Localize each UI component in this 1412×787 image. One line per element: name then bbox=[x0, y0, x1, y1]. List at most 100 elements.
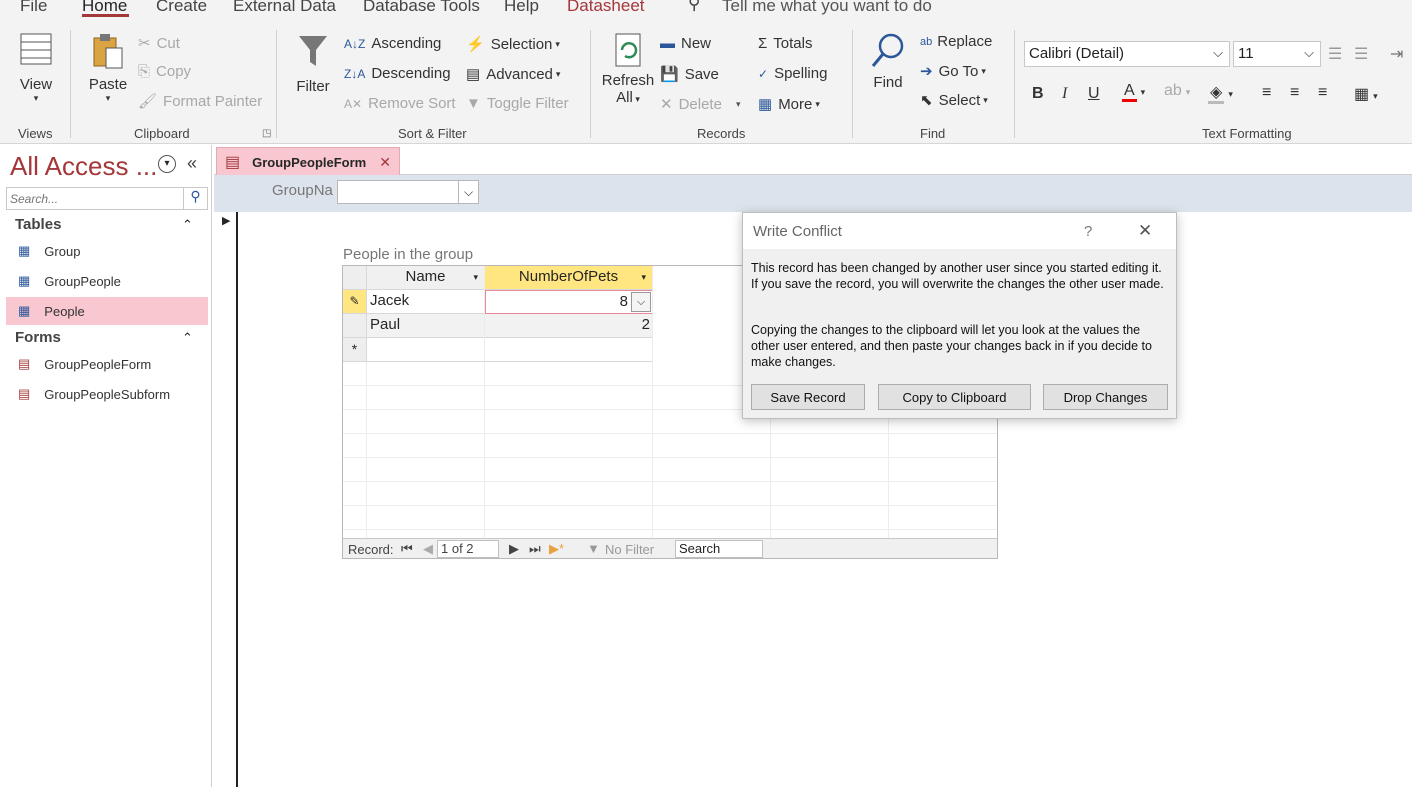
nav-item-group[interactable]: ▦ Group bbox=[6, 237, 208, 265]
align-center-icon[interactable]: ≡ bbox=[1290, 84, 1299, 102]
column-header-name[interactable]: Name ▾ bbox=[367, 266, 485, 290]
font-name-combo[interactable]: Calibri (Detail) ⌵ bbox=[1024, 41, 1230, 67]
descending-button[interactable]: Z↓A Descending bbox=[344, 65, 451, 82]
nav-item-people[interactable]: ▦ People bbox=[6, 297, 208, 325]
dropdown-arrow-icon[interactable]: ▾ bbox=[473, 266, 478, 288]
font-size-combo[interactable]: 11 ⌵ bbox=[1233, 41, 1321, 67]
underline-button[interactable]: U bbox=[1088, 85, 1100, 103]
dropdown-arrow-icon[interactable]: ▾ bbox=[641, 266, 646, 288]
menu-help[interactable]: Help bbox=[504, 0, 539, 16]
nav-item-grouppeoplesubform[interactable]: ▤ GroupPeopleSubform bbox=[6, 380, 208, 408]
menu-external-data[interactable]: External Data bbox=[233, 0, 336, 16]
copy-to-clipboard-button[interactable]: Copy to Clipboard bbox=[878, 384, 1031, 410]
bold-button[interactable]: B bbox=[1032, 85, 1044, 103]
goto-button[interactable]: ➔ Go To ▾ bbox=[920, 62, 986, 81]
copy-button[interactable]: ⎘ Copy bbox=[138, 63, 191, 80]
collapse-group-icon[interactable]: ⌃ bbox=[182, 217, 193, 233]
toggle-filter-button[interactable]: ▼ Toggle Filter bbox=[466, 95, 569, 112]
menu-create[interactable]: Create bbox=[156, 0, 207, 16]
row-selector[interactable] bbox=[343, 314, 367, 338]
gridlines-icon[interactable]: ▦ ▾ bbox=[1354, 84, 1378, 104]
nav-title[interactable]: All Access ... bbox=[10, 151, 157, 182]
cell-pets-editing[interactable]: 8 ⌵ bbox=[485, 290, 653, 314]
last-record-icon[interactable]: ⏭ bbox=[529, 541, 541, 557]
view-button[interactable]: View ▾ bbox=[14, 32, 58, 104]
close-icon[interactable]: ✕ bbox=[379, 154, 391, 171]
nav-item-grouppeople[interactable]: ▦ GroupPeople bbox=[6, 267, 208, 295]
indent-icon[interactable]: ⇥ bbox=[1390, 44, 1403, 64]
group-name-combo[interactable]: ⌵ bbox=[337, 180, 479, 204]
find-button[interactable]: Find bbox=[866, 32, 910, 91]
nav-item-grouppeopleform[interactable]: ▤ GroupPeopleForm bbox=[6, 350, 208, 378]
fill-color-button[interactable]: ◈ ▾ bbox=[1208, 82, 1233, 104]
dialog-launcher-icon[interactable]: ◳ bbox=[262, 128, 271, 139]
record-selector-bar[interactable]: ▶ bbox=[214, 212, 238, 787]
new-cell-name[interactable] bbox=[367, 338, 485, 362]
nav-item-label: GroupPeopleSubform bbox=[44, 386, 171, 402]
filter-status[interactable]: No Filter bbox=[605, 542, 654, 557]
ribbon-separator bbox=[852, 30, 853, 138]
remove-sort-button[interactable]: A✕ Remove Sort bbox=[344, 95, 456, 112]
nav-search-box[interactable]: ⚲ bbox=[6, 187, 208, 210]
more-button[interactable]: ▦ More ▾ bbox=[758, 95, 820, 114]
tables-header[interactable]: Tables bbox=[15, 216, 61, 233]
column-header-numberofpets[interactable]: NumberOfPets ▾ bbox=[485, 266, 653, 290]
help-icon[interactable]: ? bbox=[1084, 223, 1092, 240]
italic-button[interactable]: I bbox=[1062, 85, 1067, 103]
cell-name[interactable]: Paul bbox=[367, 314, 485, 338]
previous-record-icon[interactable]: ◀ bbox=[423, 541, 433, 557]
cell-pets[interactable]: 2 bbox=[485, 314, 653, 338]
selection-button[interactable]: ⚡ Selection ▾ bbox=[466, 35, 560, 54]
font-color-button[interactable]: A ▾ bbox=[1122, 82, 1145, 102]
menu-datasheet[interactable]: Datasheet bbox=[567, 0, 645, 16]
current-record-box[interactable]: 1 of 2 bbox=[437, 540, 499, 558]
totals-button[interactable]: Σ Totals bbox=[758, 35, 812, 52]
collapse-group-icon[interactable]: ⌃ bbox=[182, 330, 193, 346]
nav-search-input[interactable] bbox=[7, 188, 177, 209]
close-icon[interactable]: ✕ bbox=[1138, 221, 1152, 241]
collapse-pane-icon[interactable]: « bbox=[187, 153, 197, 174]
select-all-corner[interactable] bbox=[343, 266, 367, 290]
refresh-all-button[interactable]: Refresh All ▾ bbox=[600, 32, 656, 106]
row-selector-editing[interactable]: ✎ bbox=[343, 290, 367, 314]
numbering-icon[interactable]: ☰ bbox=[1354, 44, 1368, 64]
format-painter-button[interactable]: 🖌 Format Painter bbox=[138, 92, 262, 111]
tell-me-box[interactable]: Tell me what you want to do bbox=[722, 0, 932, 16]
align-right-icon[interactable]: ≡ bbox=[1318, 84, 1327, 102]
new-cell-pets[interactable] bbox=[485, 338, 653, 362]
drop-changes-button[interactable]: Drop Changes bbox=[1043, 384, 1168, 410]
dialog-title: Write Conflict bbox=[753, 223, 842, 240]
bullets-icon[interactable]: ☰ bbox=[1328, 44, 1342, 64]
new-record-row-selector[interactable]: * bbox=[343, 338, 367, 362]
next-record-icon[interactable]: ▶ bbox=[509, 541, 519, 557]
tab-grouppeopleform[interactable]: ▤ GroupPeopleForm ✕ bbox=[216, 147, 400, 176]
advanced-button[interactable]: ▤ Advanced ▾ bbox=[466, 65, 560, 84]
tab-title: GroupPeopleForm bbox=[252, 154, 367, 170]
forms-header[interactable]: Forms bbox=[15, 329, 61, 346]
first-record-icon[interactable]: ⏮ bbox=[401, 541, 413, 557]
highlight-button[interactable]: ab ▾ bbox=[1164, 82, 1190, 100]
filter-button[interactable]: Filter bbox=[292, 34, 334, 95]
menu-file[interactable]: File bbox=[20, 0, 47, 16]
menu-database-tools[interactable]: Database Tools bbox=[363, 0, 480, 16]
search-icon[interactable]: ⚲ bbox=[183, 188, 207, 209]
cut-button[interactable]: ✂ Cut bbox=[138, 34, 180, 53]
align-left-icon[interactable]: ≡ bbox=[1262, 84, 1271, 102]
save-record-button[interactable]: Save Record bbox=[751, 384, 865, 410]
new-record-button[interactable]: ▬ New bbox=[660, 35, 711, 52]
record-search-box[interactable]: Search bbox=[675, 540, 763, 558]
chevron-down-icon[interactable]: ⌵ bbox=[458, 181, 478, 203]
select-button[interactable]: ⬉ Select ▾ bbox=[920, 91, 988, 110]
delete-record-button[interactable]: ✕ Delete ▾ bbox=[660, 95, 740, 114]
new-record-nav-icon[interactable]: ▶* bbox=[549, 541, 564, 557]
save-record-button[interactable]: 💾 Save bbox=[660, 65, 719, 84]
chevron-down-icon[interactable]: ⌵ bbox=[631, 292, 651, 312]
cell-name[interactable]: Jacek bbox=[367, 290, 485, 314]
record-position: 1 of 2 bbox=[441, 541, 474, 556]
spelling-button[interactable]: ✓ Spelling bbox=[758, 65, 827, 82]
paste-button[interactable]: Paste ▾ bbox=[86, 32, 130, 104]
paste-label: Paste bbox=[88, 76, 128, 93]
ascending-button[interactable]: A↓Z Ascending bbox=[344, 35, 441, 52]
nav-menu-icon[interactable]: ▾ bbox=[158, 155, 176, 173]
replace-button[interactable]: ab Replace bbox=[920, 33, 992, 50]
